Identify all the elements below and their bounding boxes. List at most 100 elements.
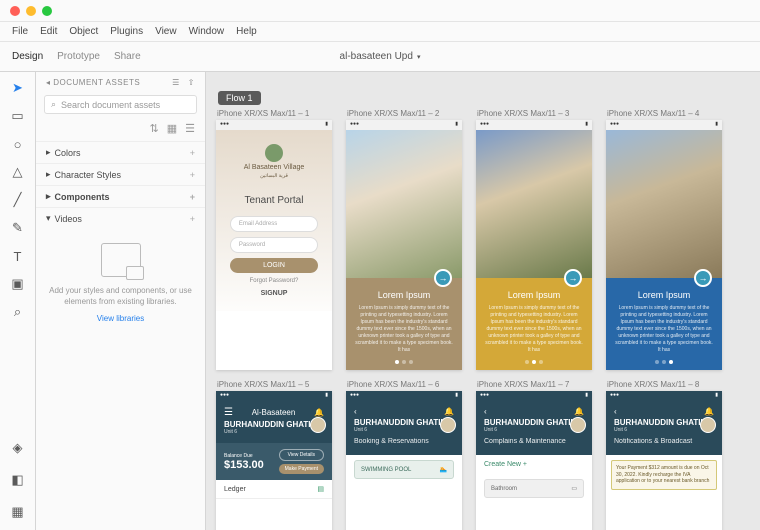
layers-icon[interactable]: ◧ (10, 472, 26, 488)
back-icon: ‹ (614, 407, 617, 416)
forgot-password-link: Forgot Password? (250, 278, 299, 284)
artboard-label[interactable]: iPhone XR/XS Max/11 – 4 (606, 109, 722, 118)
grid-view-icon[interactable]: ▦ (167, 122, 177, 135)
artboard-onboarding-3[interactable]: ●●●▮ → Lorem IpsumLorem Ipsum is simply … (606, 120, 722, 370)
bathroom-card: Bathroom▭ (484, 479, 584, 498)
zoom-tool[interactable]: ⌕ (10, 304, 26, 320)
back-icon: ‹ (484, 407, 487, 416)
plugins-icon[interactable]: ▦ (10, 504, 26, 520)
select-tool[interactable]: ➤ (10, 80, 26, 96)
bell-icon: 🔔 (704, 407, 714, 416)
menu-edit[interactable]: Edit (40, 26, 57, 37)
ellipse-tool[interactable]: ○ (10, 136, 26, 152)
ledger-section: Ledger▤ (216, 480, 332, 499)
maximize-window-icon[interactable] (42, 6, 52, 16)
add-icon[interactable]: + (190, 170, 195, 180)
card-icon: ▭ (571, 485, 577, 492)
panel-title: ◂ DOCUMENT ASSETS (46, 78, 140, 87)
artboard-onboarding-1[interactable]: ●●●▮ → Lorem IpsumLorem Ipsum is simply … (346, 120, 462, 370)
artboard-tool[interactable]: ▣ (10, 276, 26, 292)
flow-badge[interactable]: Flow 1 (218, 91, 261, 105)
artboard-onboarding-2[interactable]: ●●●▮ → Lorem IpsumLorem Ipsum is simply … (476, 120, 592, 370)
minimize-window-icon[interactable] (26, 6, 36, 16)
list-view-icon[interactable]: ☰ (172, 78, 180, 87)
section-title: Notifications & Broadcast (614, 438, 714, 445)
search-icon: ⌕ (51, 99, 56, 110)
section-components[interactable]: ▸Components+ (36, 185, 205, 207)
share-icon[interactable]: ⇧ (188, 78, 195, 87)
artboard-login[interactable]: ●●●▮ Al Basateen Villageقرية البساتين Te… (216, 120, 332, 370)
onboarding-title: Lorem Ipsum (484, 290, 584, 300)
bell-icon: 🔔 (314, 408, 324, 417)
tools-panel: ➤ ▭ ○ △ ╱ ✎ T ▣ ⌕ ◈ ◧ ▦ (0, 72, 36, 530)
status-bar: ●●●▮ (346, 391, 462, 401)
portal-title: Tenant Portal (245, 195, 304, 206)
mode-share[interactable]: Share (114, 51, 141, 62)
brand-name: Al Basateen Villageقرية البساتين (244, 164, 305, 181)
close-window-icon[interactable] (10, 6, 20, 16)
libraries-icon[interactable]: ◈ (10, 440, 26, 456)
menu-icon: ☰ (224, 407, 233, 418)
menu-window[interactable]: Window (189, 26, 225, 37)
artboard-label[interactable]: iPhone XR/XS Max/11 – 6 (346, 380, 462, 389)
chevron-right-icon: ▸ (46, 191, 51, 202)
artboard-dashboard[interactable]: ●●●▮ ☰Al-Basateen🔔 BURHANUDDIN GHATILA U… (216, 391, 332, 530)
unit-label: Unit 6 (484, 427, 584, 433)
document-title[interactable]: al-basateen Upd ▾ (340, 51, 421, 62)
status-bar: ●●●▮ (606, 120, 722, 130)
artboard-notifications[interactable]: ●●●▮ ‹🔔 BURHANUDDIN GHATILA Unit 6 Notif… (606, 391, 722, 530)
artboard-label[interactable]: iPhone XR/XS Max/11 – 2 (346, 109, 462, 118)
chevron-right-icon: ▸ (46, 147, 51, 158)
onboarding-body: Lorem Ipsum is simply dummy text of the … (614, 305, 714, 354)
menu-object[interactable]: Object (69, 26, 98, 37)
filter-icon[interactable]: ⇅ (150, 122, 159, 135)
page-dots (614, 360, 714, 364)
menu-file[interactable]: File (12, 26, 28, 37)
status-bar: ●●●▮ (476, 120, 592, 130)
search-assets-input[interactable]: ⌕ Search document assets (44, 95, 197, 114)
pool-icon: 🏊 (440, 466, 447, 473)
unit-label: Unit 6 (354, 427, 454, 433)
text-tool[interactable]: T (10, 248, 26, 264)
artboard-label[interactable]: iPhone XR/XS Max/11 – 7 (476, 380, 592, 389)
page-dots (484, 360, 584, 364)
next-fab: → (434, 269, 452, 287)
menu-plugins[interactable]: Plugins (110, 26, 143, 37)
app-menubar: File Edit Object Plugins View Window Hel… (0, 22, 760, 42)
menu-view[interactable]: View (155, 26, 177, 37)
onboarding-body: Lorem Ipsum is simply dummy text of the … (354, 305, 454, 354)
avatar (700, 417, 716, 433)
back-icon: ‹ (354, 407, 357, 416)
mode-design[interactable]: Design (12, 51, 43, 62)
bell-icon: 🔔 (444, 407, 454, 416)
section-colors[interactable]: ▸Colors+ (36, 141, 205, 163)
polygon-tool[interactable]: △ (10, 164, 26, 180)
user-name: BURHANUDDIN GHATILA (354, 418, 454, 427)
mode-prototype[interactable]: Prototype (57, 51, 100, 62)
onboarding-title: Lorem Ipsum (354, 290, 454, 300)
app-name: Al-Basateen (252, 408, 296, 417)
section-character-styles[interactable]: ▸Character Styles+ (36, 163, 205, 185)
artboard-complaints[interactable]: ●●●▮ ‹🔔 BURHANUDDIN GHATILA Unit 6 Compl… (476, 391, 592, 530)
add-icon[interactable]: + (190, 192, 195, 202)
unit-label: Unit 6 (614, 427, 714, 433)
line-tool[interactable]: ╱ (10, 192, 26, 208)
pen-tool[interactable]: ✎ (10, 220, 26, 236)
list-toggle-icon[interactable]: ☰ (185, 122, 195, 135)
menu-help[interactable]: Help (236, 26, 257, 37)
section-videos[interactable]: ▾Videos+ (36, 207, 205, 229)
view-libraries-link[interactable]: View libraries (48, 313, 193, 324)
notification-card: Your Payment $312 amount is due on Oct 3… (611, 460, 717, 490)
artboard-label[interactable]: iPhone XR/XS Max/11 – 1 (216, 109, 332, 118)
add-icon[interactable]: + (190, 148, 195, 158)
rectangle-tool[interactable]: ▭ (10, 108, 26, 124)
artboard-label[interactable]: iPhone XR/XS Max/11 – 5 (216, 380, 332, 389)
artboard-booking[interactable]: ●●●▮ ‹🔔 BURHANUDDIN GHATILA Unit 6 Booki… (346, 391, 462, 530)
artboard-label[interactable]: iPhone XR/XS Max/11 – 8 (606, 380, 722, 389)
signup-link: SIGNUP (261, 290, 288, 297)
design-canvas[interactable]: Flow 1 iPhone XR/XS Max/11 – 1 ●●●▮ Al B… (206, 72, 760, 530)
add-icon[interactable]: + (190, 214, 195, 224)
balance-card: Balance Due$153.00 View DetailsMake Paym… (216, 443, 332, 480)
password-field: Password (230, 237, 318, 253)
artboard-label[interactable]: iPhone XR/XS Max/11 – 3 (476, 109, 592, 118)
